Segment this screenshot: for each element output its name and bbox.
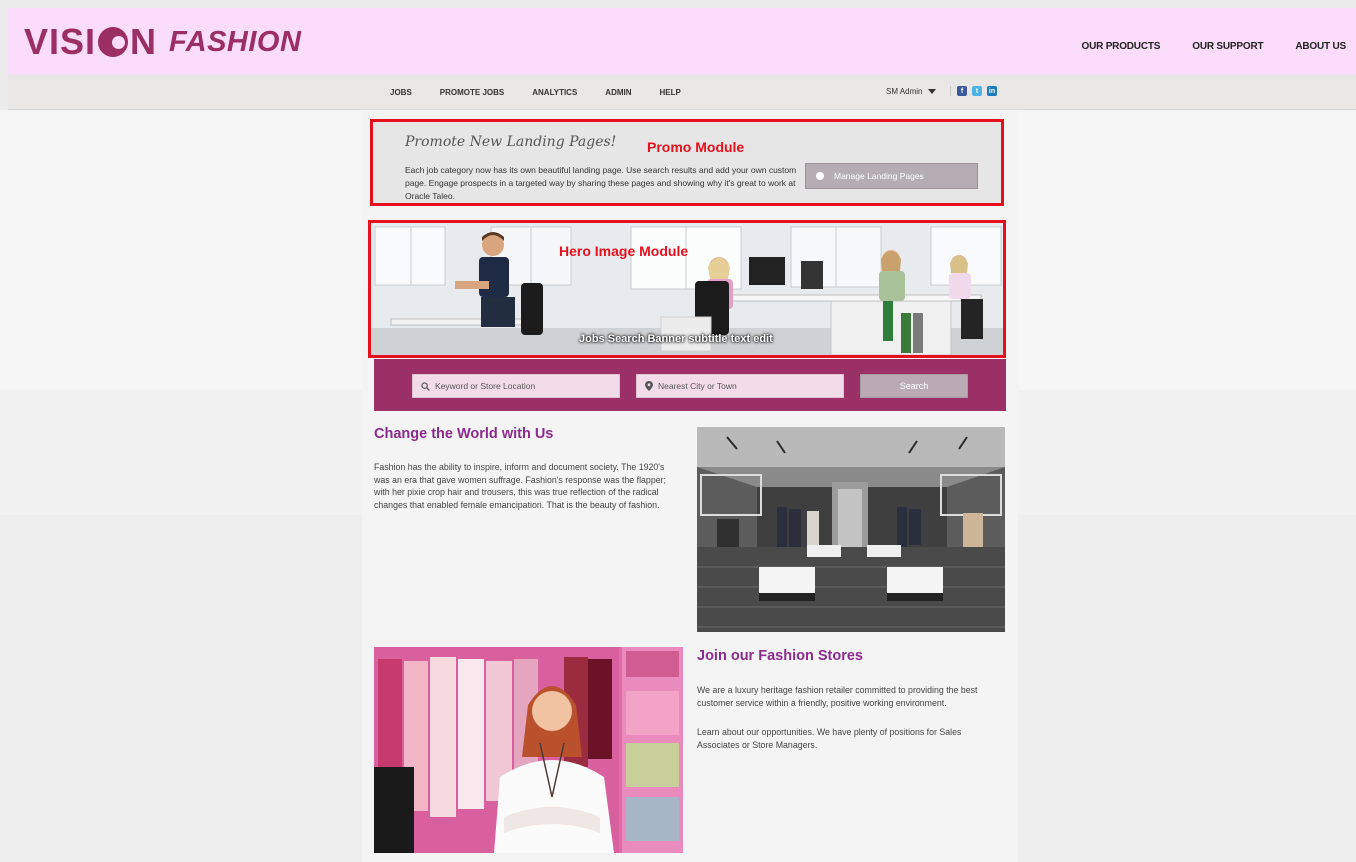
promo-module-label: Promo Module [647, 139, 745, 155]
social-links: f t in [950, 86, 997, 96]
join-stores-text-intro: We are a luxury heritage fashion retaile… [697, 685, 978, 708]
bullet-icon [816, 172, 824, 180]
caret-down-icon [928, 89, 937, 94]
logo-vision-text-end: N [130, 21, 158, 62]
nav-our-products[interactable]: OUR PRODUCTS [1082, 41, 1161, 52]
subnav-promote-jobs[interactable]: PROMOTE JOBS [440, 88, 504, 97]
hero-image-module: Hero Image Module Jobs Search Banner sub… [368, 220, 1006, 358]
join-stores-text-opportunities: Learn about our opportunities. We have p… [697, 727, 962, 750]
logo-vision-text: VISI [24, 21, 97, 62]
search-icon [421, 381, 430, 391]
keyword-search-field[interactable] [412, 374, 620, 398]
job-search-bar: Search [374, 359, 1006, 411]
top-navigation: OUR PRODUCTS OUR SUPPORT ABOUT US [1082, 41, 1347, 52]
manage-landing-pages-label: Manage Landing Pages [834, 171, 924, 181]
promo-description: Each job category now has its own beauti… [405, 165, 797, 201]
promo-module: Promote New Landing Pages! Promo Module … [370, 119, 1004, 206]
logo-eye-icon [98, 27, 129, 57]
hero-subtitle: Jobs Search Banner subtitle text edit [579, 333, 773, 345]
admin-subnav: JOBS PROMOTE JOBS ANALYTICS ADMIN HELP S… [8, 75, 1356, 110]
subnav-links: JOBS PROMOTE JOBS ANALYTICS ADMIN HELP [390, 88, 681, 97]
location-search-field[interactable] [636, 374, 844, 398]
keyword-search-input[interactable] [435, 381, 595, 391]
change-world-heading: Change the World with Us [374, 426, 554, 442]
facebook-icon[interactable]: f [957, 86, 967, 96]
linkedin-icon[interactable]: in [987, 86, 997, 96]
account-name: SM Admin [886, 87, 923, 96]
logo-wordmark: VISI N [24, 21, 157, 63]
subnav-analytics[interactable]: ANALYTICS [532, 88, 577, 97]
search-button[interactable]: Search [860, 374, 968, 398]
account-menu[interactable]: SM Admin [886, 87, 937, 96]
hero-module-label: Hero Image Module [559, 243, 689, 259]
manage-landing-pages-button[interactable]: Manage Landing Pages [805, 163, 978, 189]
location-pin-icon [645, 381, 653, 391]
location-search-input[interactable] [658, 381, 818, 391]
twitter-icon[interactable]: t [972, 86, 982, 96]
promo-heading: Promote New Landing Pages! [405, 134, 617, 150]
vision-fashion-logo[interactable]: VISI N FASHION [24, 21, 302, 63]
subnav-help[interactable]: HELP [660, 88, 681, 97]
site-header: VISI N FASHION OUR PRODUCTS OUR SUPPORT … [8, 8, 1356, 75]
nav-our-support[interactable]: OUR SUPPORT [1192, 41, 1263, 52]
join-stores-heading: Join our Fashion Stores [697, 648, 863, 664]
sales-associate-image [374, 647, 683, 853]
nav-about-us[interactable]: ABOUT US [1295, 41, 1346, 52]
change-world-text: Fashion has the ability to inspire, info… [374, 462, 666, 510]
subnav-admin[interactable]: ADMIN [605, 88, 631, 97]
subnav-jobs[interactable]: JOBS [390, 88, 412, 97]
logo-fashion-text: FASHION [169, 25, 302, 58]
store-interior-image [697, 427, 1005, 632]
